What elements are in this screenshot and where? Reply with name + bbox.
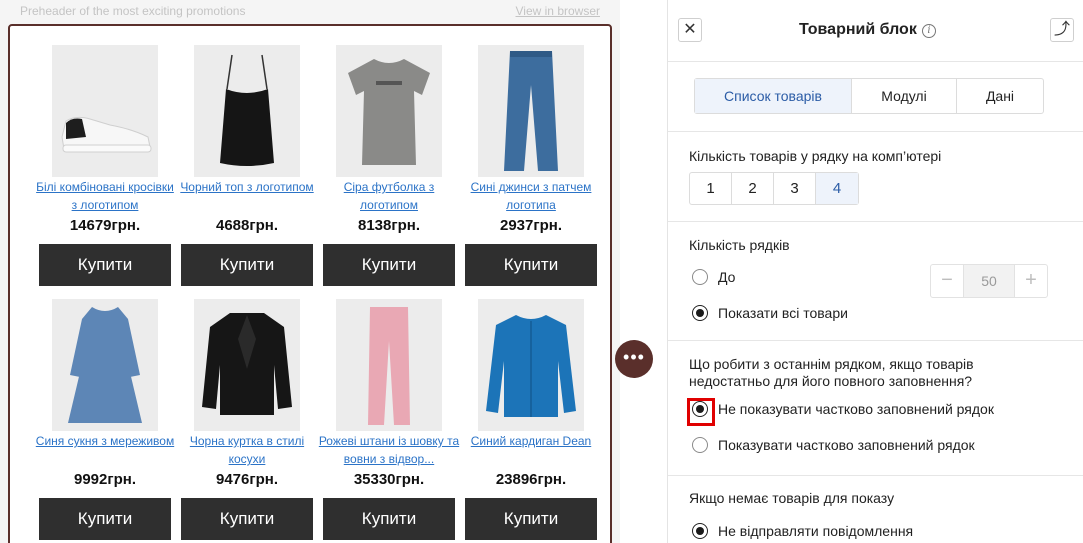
product-card: Синий кардиган Dean 23896грн. Купити (460, 299, 602, 540)
blue-cardigan-image (478, 299, 584, 431)
product-price: 2937грн. (499, 217, 562, 234)
rows-option-show-all[interactable]: Показати всі товари (692, 303, 848, 323)
more-options-button[interactable]: ••• (615, 340, 653, 378)
per-row-option-4[interactable]: 4 (816, 173, 858, 204)
grey-tshirt-image (336, 45, 442, 177)
highlight-frame (687, 398, 715, 426)
stepper-value[interactable]: 50 (963, 265, 1015, 297)
product-card: Чорна куртка в стилі косухи 9476грн. Куп… (176, 299, 318, 540)
panel-tabs: Список товарів Модулі Дані (694, 78, 1044, 114)
last-row-option-hide[interactable]: Не показувати частково заповнений рядок (687, 398, 994, 426)
radio-button[interactable] (692, 437, 708, 453)
info-icon[interactable]: i (922, 24, 936, 38)
tab-products-list[interactable]: Список товарів (695, 79, 852, 113)
last-row-option-show[interactable]: Показувати частково заповнений рядок (692, 435, 975, 455)
product-name-link[interactable]: Синий кардиган Dean (460, 432, 602, 468)
radio-label: Не показувати частково заповнений рядок (718, 401, 994, 417)
view-in-browser-link[interactable]: View in browser (516, 4, 600, 18)
stepper-plus-button[interactable]: + (1015, 265, 1047, 297)
preheader-text: Preheader of the most exciting promotion… (20, 4, 246, 18)
product-card: Рожеві штани із шовку та вовни з відвор.… (318, 299, 460, 540)
per-row-selector: 1 2 3 4 (689, 172, 859, 205)
product-card: Сині джинси з патчем логотипа 2937грн. К… (460, 45, 602, 286)
product-price: 14679грн. (69, 217, 141, 234)
per-row-label: Кількість товарів у рядку на комп’ютері (689, 148, 942, 164)
product-name-link[interactable]: Чорний топ з логотипом (176, 178, 318, 214)
product-name-link[interactable]: Білі комбіновані кросівки з логотипом (34, 178, 176, 214)
product-name-link[interactable]: Чорна куртка в стилі косухи (176, 432, 318, 468)
last-row-section: Що робити з останнім рядком, якщо товарі… (668, 340, 1083, 475)
rows-option-up-to[interactable]: До (692, 267, 735, 287)
no-products-section: Якщо немає товарів для показу Не відправ… (668, 475, 1083, 543)
radio-button-checked[interactable] (692, 523, 708, 539)
product-block[interactable]: Білі комбіновані кросівки з логотипом 14… (8, 24, 612, 543)
rows-stepper: − 50 + (930, 264, 1048, 298)
radio-label: Не відправляти повідомлення (718, 523, 914, 539)
buy-button[interactable]: Купити (181, 244, 313, 286)
buy-button[interactable]: Купити (323, 244, 455, 286)
panel-title: Товарний блок (799, 21, 917, 38)
last-row-label: Що робити з останнім рядком, якщо товарі… (689, 356, 974, 389)
stepper-minus-button[interactable]: − (931, 265, 963, 297)
tab-modules[interactable]: Модулі (852, 79, 957, 113)
product-price: 35330грн. (353, 471, 425, 488)
product-name-link[interactable]: Синя сукня з мереживом (34, 432, 176, 468)
per-row-option-3[interactable]: 3 (774, 173, 816, 204)
per-row-option-1[interactable]: 1 (690, 173, 732, 204)
buy-button[interactable]: Купити (465, 498, 597, 540)
product-card: Сіра футболка з логотипом 8138грн. Купит… (318, 45, 460, 286)
rows-label: Кількість рядків (689, 237, 790, 253)
blue-dress-image (52, 299, 158, 431)
export-icon[interactable]: ⤴ (1050, 18, 1074, 42)
buy-button[interactable]: Купити (181, 498, 313, 540)
product-name-link[interactable]: Сіра футболка з логотипом (318, 178, 460, 214)
buy-button[interactable]: Купити (39, 244, 171, 286)
leather-jacket-image (194, 299, 300, 431)
buy-button[interactable]: Купити (323, 498, 455, 540)
product-price: 9476грн. (215, 471, 278, 488)
product-card: Синя сукня з мереживом 9992грн. Купити (34, 299, 176, 540)
radio-label: До (718, 269, 736, 285)
panel-header: ✕ Товарний блок i ⤴ (668, 0, 1083, 62)
settings-panel: ✕ Товарний блок i ⤴ Список товарів Модул… (667, 0, 1083, 543)
product-price: 23896грн. (495, 471, 567, 488)
sneaker-image (52, 45, 158, 177)
product-price: 8138грн. (357, 217, 420, 234)
per-row-option-2[interactable]: 2 (732, 173, 774, 204)
radio-label: Показувати частково заповнений рядок (718, 437, 975, 453)
radio-button-checked[interactable] (692, 305, 708, 321)
product-card: Чорний топ з логотипом 4688грн. Купити (176, 45, 318, 286)
jeans-image (478, 45, 584, 177)
no-products-label: Якщо немає товарів для показу (689, 490, 895, 506)
radio-label: Показати всі товари (718, 305, 848, 321)
email-preview: Preheader of the most exciting promotion… (0, 0, 620, 543)
per-row-section: Кількість товарів у рядку на комп’ютері … (668, 131, 1083, 221)
black-top-image (194, 45, 300, 177)
close-icon[interactable]: ✕ (678, 18, 702, 42)
buy-button[interactable]: Купити (39, 498, 171, 540)
product-card: Білі комбіновані кросівки з логотипом 14… (34, 45, 176, 286)
radio-button[interactable] (692, 269, 708, 285)
buy-button[interactable]: Купити (465, 244, 597, 286)
tab-data[interactable]: Дані (957, 79, 1043, 113)
product-name-link[interactable]: Рожеві штани із шовку та вовни з відвор.… (318, 432, 460, 468)
product-price: 4688грн. (215, 217, 278, 234)
radio-button-checked[interactable] (687, 398, 715, 426)
product-name-link[interactable]: Сині джинси з патчем логотипа (460, 178, 602, 214)
no-products-option-dont-send[interactable]: Не відправляти повідомлення (692, 521, 913, 541)
pink-trousers-image (336, 299, 442, 431)
product-price: 9992грн. (73, 471, 136, 488)
